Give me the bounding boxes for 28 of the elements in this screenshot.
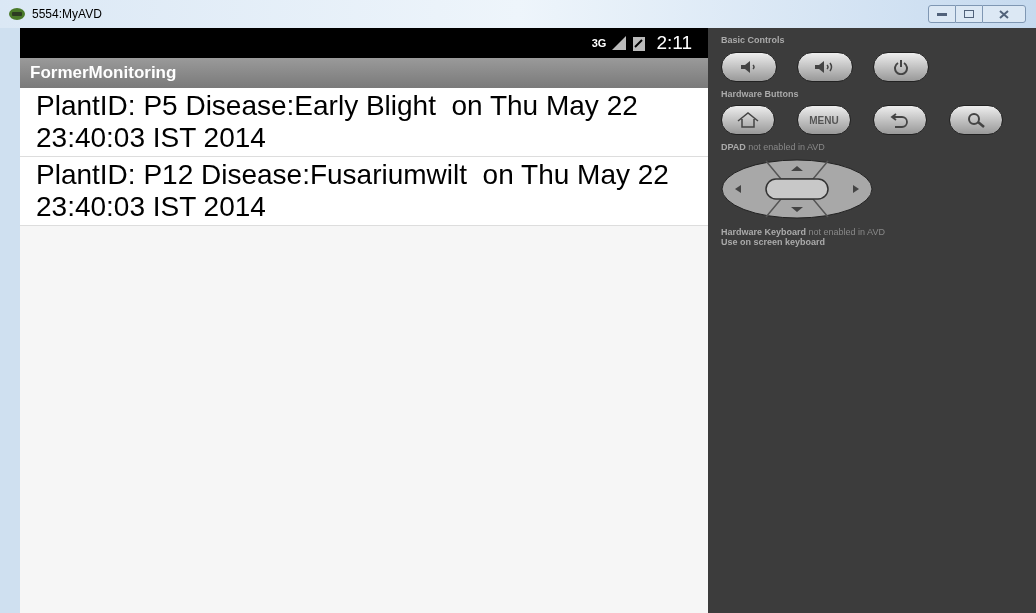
search-button[interactable] — [949, 105, 1003, 135]
signal-icon — [612, 36, 627, 50]
volume-down-button[interactable] — [721, 51, 777, 82]
clock: 2:11 — [656, 30, 692, 55]
emulator-icon — [8, 7, 26, 21]
battery-icon — [632, 35, 647, 51]
section-label: Hardware Buttons — [721, 87, 800, 101]
power-icon — [893, 58, 909, 75]
section-label: Basic Controls — [721, 34, 786, 47]
speaker-icon — [740, 60, 758, 73]
power-button[interactable] — [873, 51, 929, 82]
minimize-button[interactable] — [928, 5, 956, 23]
network-type: 3G — [591, 35, 607, 51]
home-button[interactable] — [721, 105, 775, 135]
back-arrow-icon — [890, 112, 910, 128]
window-title: 5554:MyAVD — [32, 6, 102, 23]
home-icon — [737, 112, 759, 128]
close-button[interactable] — [982, 5, 1026, 23]
menu-button[interactable]: MENU — [797, 105, 851, 135]
search-icon — [967, 112, 985, 128]
back-button[interactable] — [873, 105, 927, 135]
keyboard-hint: Use on screen keyboard — [721, 236, 827, 247]
close-icon — [999, 9, 1009, 19]
minimize-icon — [937, 12, 947, 16]
maximize-button[interactable] — [956, 5, 982, 23]
maximize-icon — [964, 10, 974, 18]
app-title: FormerMonitoring — [30, 62, 177, 85]
volume-up-button[interactable] — [797, 51, 853, 82]
